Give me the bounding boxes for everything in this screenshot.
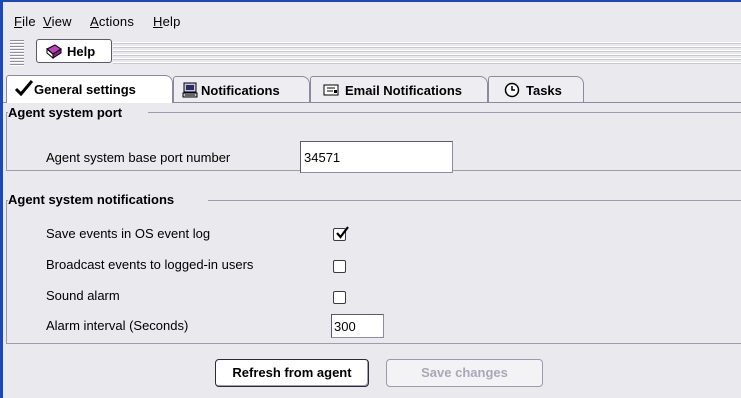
menu-help-label: elp (162, 14, 181, 29)
toolbar: Help (3, 36, 741, 70)
alarm-interval-label: Alarm interval (Seconds) (46, 318, 189, 333)
alarm-interval-input[interactable] (331, 314, 384, 338)
menu-file-label: ile (22, 14, 36, 29)
menu-actions-label: ctions (98, 14, 135, 29)
tab-email-notifications-label: Email Notifications (345, 83, 463, 98)
email-icon (323, 84, 339, 96)
save-changes-button[interactable]: Save changes (386, 359, 543, 387)
port-group-border-top (148, 112, 741, 113)
sound-alarm-label: Sound alarm (46, 288, 120, 303)
checkmark-icon (15, 80, 33, 96)
computer-icon (182, 82, 198, 98)
broadcast-label: Broadcast events to logged-in users (46, 257, 254, 272)
clock-icon (504, 82, 520, 98)
tab-general-settings[interactable]: General settings (6, 75, 173, 103)
menu-actions[interactable]: Actions (90, 14, 134, 29)
help-book-icon (46, 44, 62, 60)
menu-help[interactable]: Help (153, 14, 181, 29)
tab-email-notifications[interactable]: Email Notifications (310, 76, 488, 102)
notif-group-border-top (208, 200, 741, 201)
base-port-label: Agent system base port number (46, 150, 231, 165)
checkmark-icon (336, 226, 349, 239)
menu-file[interactable]: File (14, 14, 36, 29)
save-events-checkbox[interactable] (333, 226, 349, 241)
base-port-input[interactable] (300, 141, 453, 173)
toolbar-texture (113, 40, 741, 64)
tab-tasks[interactable]: Tasks (488, 76, 584, 102)
notif-group-title: Agent system notifications (8, 192, 175, 207)
menu-view-label: iew (51, 14, 72, 29)
notif-group-border-left (6, 200, 7, 343)
menu-actions-mnemonic: A (90, 14, 99, 29)
tab-notifications[interactable]: Notifications (173, 76, 310, 102)
port-group-title: Agent system port (8, 105, 123, 120)
menu-file-mnemonic: F (14, 14, 23, 29)
broadcast-checkbox[interactable] (333, 260, 346, 273)
toolbar-grip[interactable] (10, 40, 24, 66)
help-button-label: Help (67, 44, 96, 59)
menu-view[interactable]: View (43, 14, 72, 29)
port-group-border-left (6, 112, 7, 170)
help-button[interactable]: Help (36, 39, 112, 63)
menu-help-mnemonic: H (153, 14, 163, 29)
tab-tasks-label: Tasks (526, 83, 562, 98)
menu-bar: File View Actions Help (3, 2, 741, 36)
menu-view-mnemonic: V (43, 14, 52, 29)
tab-strip: General settings Notifications Email Not… (3, 70, 741, 103)
notif-group-border-bottom (6, 343, 741, 344)
tab-general-settings-label: General settings (34, 82, 136, 97)
general-settings-panel: Agent system port Agent system base port… (3, 103, 741, 398)
sound-alarm-checkbox[interactable] (333, 291, 346, 304)
tab-notifications-label: Notifications (201, 83, 280, 98)
refresh-from-agent-button[interactable]: Refresh from agent (215, 359, 369, 387)
save-events-label: Save events in OS event log (46, 226, 211, 241)
